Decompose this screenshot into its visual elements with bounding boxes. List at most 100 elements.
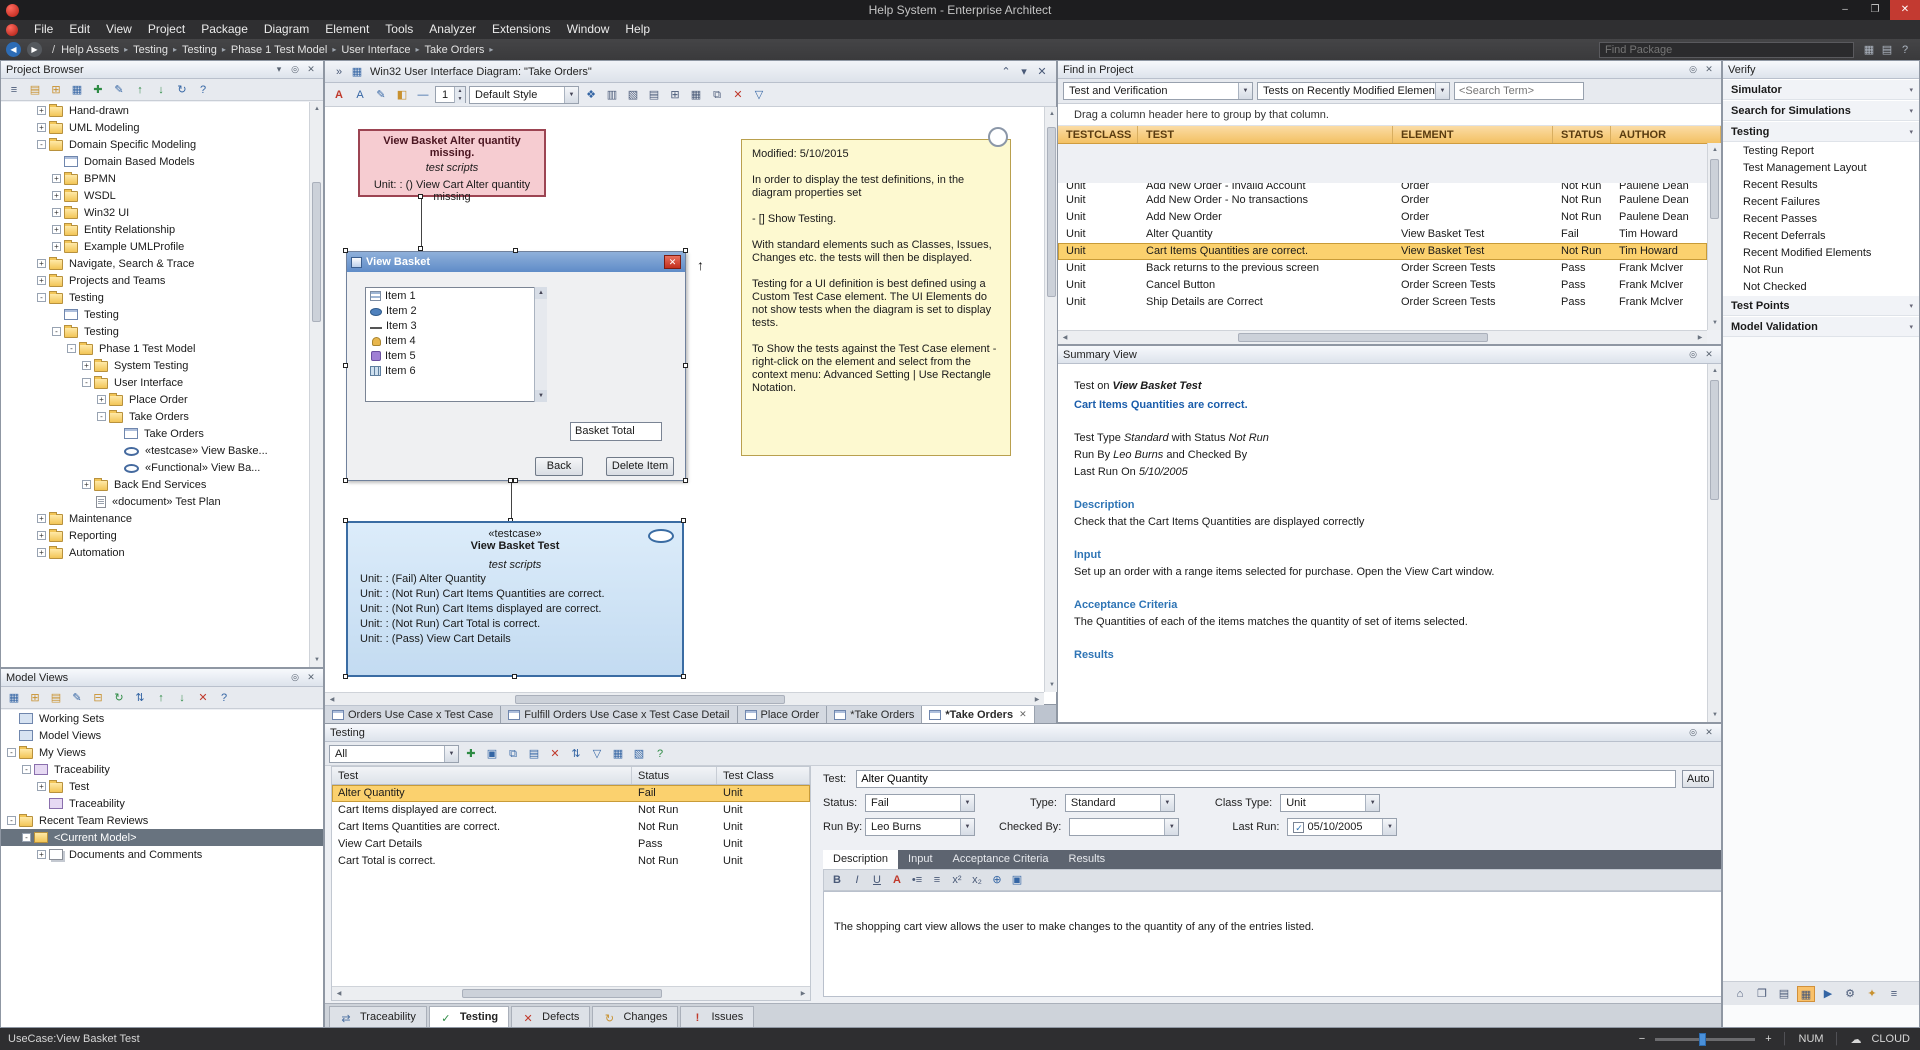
list-item[interactable]: Item 5 <box>366 348 546 363</box>
verify-row[interactable]: Test Points ▾ <box>1723 295 1919 316</box>
tree-item[interactable]: + Reporting <box>1 527 309 544</box>
font-style-icon[interactable]: A <box>351 87 369 103</box>
tree-item[interactable]: + Win32 UI <box>1 204 309 221</box>
expand-toggle[interactable]: - <box>37 293 46 302</box>
selection-handle[interactable] <box>681 518 686 523</box>
testcase-element[interactable]: «testcase» View Basket Test test scripts… <box>346 521 684 677</box>
expand-toggle[interactable]: + <box>37 850 46 859</box>
list-item[interactable]: Item 6 <box>366 363 546 378</box>
new-folder-icon[interactable]: ▤ <box>47 690 65 706</box>
test-row[interactable]: Cart Items Quantities are correct. Not R… <box>332 819 810 836</box>
bottom-tab[interactable]: Traceability <box>329 1006 427 1027</box>
menu-item[interactable]: Project <box>140 20 193 39</box>
chevron-down-icon[interactable]: ▾ <box>1909 86 1913 94</box>
verify-row[interactable]: Recent Deferrals ▾ <box>1723 227 1919 244</box>
refresh-icon[interactable]: ↻ <box>110 690 128 706</box>
edit-icon[interactable]: ✎ <box>110 82 128 98</box>
new-test-icon[interactable]: ✚ <box>462 746 480 762</box>
pin-icon[interactable]: ◎ <box>288 64 302 75</box>
menu-item[interactable]: Window <box>559 20 618 39</box>
diagram-canvas[interactable]: View Basket Alter quantity missing. test… <box>325 107 1044 692</box>
zoom-out-icon[interactable]: − <box>1639 1033 1645 1045</box>
expand-toggle[interactable]: + <box>37 259 46 268</box>
scroll-down-icon[interactable]: ▼ <box>310 653 323 667</box>
detail-tab[interactable]: Description <box>823 850 899 869</box>
diagram-horizontal-scrollbar[interactable]: ◀ ▶ <box>325 692 1044 706</box>
note-element[interactable]: Modified: 5/10/2015 In order to display t… <box>741 139 1011 456</box>
new-model-icon[interactable]: ▤ <box>26 82 44 98</box>
diagram-tab[interactable]: Orders Use Case x Test Case ✕ <box>325 706 502 723</box>
delete-icon[interactable]: ✕ <box>546 746 564 762</box>
menu-item[interactable]: View <box>98 20 140 39</box>
selection-handle[interactable] <box>683 478 688 483</box>
pin-icon[interactable]: ◎ <box>1686 727 1700 738</box>
sort-icon[interactable]: ⇅ <box>131 690 149 706</box>
scroll-down-icon[interactable]: ▼ <box>1708 316 1721 330</box>
selection-handle[interactable] <box>683 248 688 253</box>
tree-item[interactable]: + Projects and Teams <box>1 272 309 289</box>
layout-icon[interactable]: ▦ <box>1860 42 1878 58</box>
tree-item[interactable]: Domain Based Models <box>1 153 309 170</box>
description-editor[interactable]: The shopping cart view allows the user t… <box>823 891 1721 997</box>
delete-item-button[interactable]: Delete Item <box>606 457 674 476</box>
tree-item[interactable]: + UML Modeling <box>1 119 309 136</box>
diagram-tab[interactable]: Place Order ✕ <box>737 706 828 723</box>
verify-row[interactable]: Simulator ▾ <box>1723 79 1919 100</box>
help-icon[interactable]: ? <box>651 746 669 762</box>
tree-item[interactable]: Working Sets <box>1 710 323 727</box>
expand-toggle[interactable]: + <box>37 531 46 540</box>
expand-toggle[interactable]: - <box>7 748 16 757</box>
expand-toggle[interactable]: + <box>52 191 61 200</box>
copy-appearance-icon[interactable]: ⧉ <box>708 87 726 103</box>
bullet-list-button[interactable]: •≡ <box>908 872 926 888</box>
move-up-icon[interactable]: ↑ <box>131 82 149 98</box>
dropdown-arrow-icon[interactable]: ▼ <box>1382 819 1397 835</box>
expand-toggle[interactable]: + <box>82 480 91 489</box>
expand-toggle[interactable]: + <box>52 225 61 234</box>
connector[interactable] <box>421 197 422 251</box>
insert-image-button[interactable]: ▣ <box>1008 872 1026 888</box>
column-header[interactable]: Status <box>632 767 717 784</box>
close-icon[interactable]: ✕ <box>1702 727 1716 738</box>
expand-toggle[interactable]: + <box>52 242 61 251</box>
add-favorite-icon[interactable]: ⊞ <box>26 690 44 706</box>
help-icon[interactable]: ? <box>194 82 212 98</box>
section-header[interactable]: Description <box>1074 497 1707 514</box>
selection-handle[interactable] <box>681 674 686 679</box>
verify-row[interactable]: Not Run ▾ <box>1723 261 1919 278</box>
help-icon[interactable]: ? <box>215 690 233 706</box>
pin-icon[interactable]: ◎ <box>288 672 302 683</box>
tree-item[interactable]: + Automation <box>1 544 309 561</box>
home-portal-icon[interactable]: ⌂ <box>1731 986 1749 1002</box>
scroll-up-icon[interactable]: ▲ <box>1708 364 1721 378</box>
scroll-up-icon[interactable]: ▲ <box>535 287 547 299</box>
expand-toggle[interactable]: + <box>97 395 106 404</box>
tree-item[interactable]: Model Views <box>1 727 323 744</box>
cloud-indicator[interactable]: CLOUD <box>1871 1033 1910 1045</box>
results-horizontal-scrollbar[interactable]: ◀ ▶ <box>1058 330 1707 344</box>
tree-item[interactable]: «document» Test Plan <box>1 493 309 510</box>
connector-handle[interactable] <box>508 478 513 483</box>
column-header[interactable]: STATUS <box>1553 126 1611 143</box>
chevron-down-icon[interactable]: ▾ <box>1909 323 1913 331</box>
scroll-up-icon[interactable]: ⌃ <box>997 64 1015 80</box>
result-row[interactable]: Unit Alter Quantity View Basket Test Fai… <box>1058 226 1707 243</box>
simulation-portal-icon[interactable]: ✦ <box>1863 986 1881 1002</box>
chevron-down-icon[interactable]: ▾ <box>1909 107 1913 115</box>
expand-browser-icon[interactable]: » <box>330 64 348 80</box>
scroll-thumb[interactable] <box>1047 127 1056 297</box>
test-row[interactable]: Cart Items displayed are correct. Not Ru… <box>332 802 810 819</box>
tree-item[interactable]: - My Views <box>1 744 323 761</box>
basket-total-field[interactable]: Basket Total <box>570 422 662 441</box>
paste-icon[interactable]: ▤ <box>525 746 543 762</box>
close-tab-icon[interactable]: ✕ <box>1019 709 1027 720</box>
window-list-icon[interactable]: ▤ <box>1878 42 1896 58</box>
verify-row[interactable]: Testing ▾ <box>1723 121 1919 142</box>
layout-tools-icon[interactable]: ▦ <box>687 87 705 103</box>
line-width-spinner[interactable]: 1 ▲ ▼ <box>435 86 466 103</box>
column-header[interactable]: Test <box>332 767 632 784</box>
ea-logo-icon[interactable] <box>6 23 18 36</box>
more-portal-icon[interactable]: ≡ <box>1885 986 1903 1002</box>
selection-handle[interactable] <box>513 248 518 253</box>
test-filter-dropdown[interactable]: All ▼ <box>329 744 459 763</box>
